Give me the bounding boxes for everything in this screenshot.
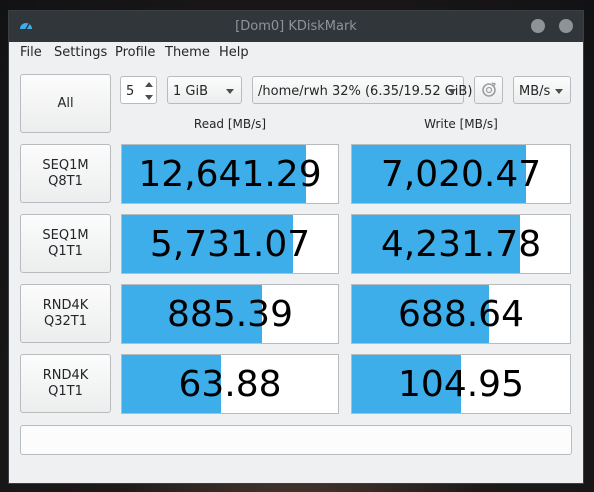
main-window: [Dom0] KDiskMark File Settings Profile T… xyxy=(8,10,584,484)
run-all-button[interactable]: All xyxy=(20,74,111,133)
refresh-button[interactable] xyxy=(474,76,503,104)
write-column-header: Write [MB/s] xyxy=(424,117,498,131)
menu-settings[interactable]: Settings xyxy=(54,45,107,60)
test-label-line2: Q1T1 xyxy=(48,383,83,399)
test-label-line1: RND4K xyxy=(42,367,89,383)
run-test-button[interactable]: RND4K Q32T1 xyxy=(20,284,111,343)
title-bar[interactable]: [Dom0] KDiskMark xyxy=(9,11,583,42)
menu-bar: File Settings Profile Theme Help xyxy=(9,42,583,64)
menu-profile[interactable]: Profile xyxy=(115,45,155,60)
file-size-value: 1 GiB xyxy=(173,84,209,99)
test-label-line2: Q1T1 xyxy=(48,243,83,259)
test-label-line2: Q8T1 xyxy=(48,173,83,189)
window-title: [Dom0] KDiskMark xyxy=(235,19,357,34)
read-result-value: 5,731.07 xyxy=(149,223,311,265)
read-result-value: 885.39 xyxy=(167,293,293,335)
units-value: MB/s xyxy=(519,84,551,99)
read-result-bar: 5,731.07 xyxy=(121,214,339,274)
spin-down-arrow-icon[interactable] xyxy=(144,92,154,104)
spin-up-arrow-icon[interactable] xyxy=(144,79,154,91)
read-result-bar: 63.88 xyxy=(121,354,339,414)
write-result-bar: 688.64 xyxy=(351,284,571,344)
read-column-header: Read [MB/s] xyxy=(193,117,267,131)
menu-help[interactable]: Help xyxy=(219,45,249,60)
chevron-down-icon xyxy=(226,89,234,94)
test-label-line1: RND4K xyxy=(42,297,89,313)
test-label-line2: Q32T1 xyxy=(44,313,87,329)
runs-spinbox[interactable]: 5 xyxy=(120,76,157,104)
units-dropdown[interactable]: MB/s xyxy=(513,76,571,104)
read-result-value: 12,641.29 xyxy=(138,153,322,195)
status-bar xyxy=(20,425,572,455)
refresh-icon xyxy=(481,82,496,97)
run-test-button[interactable]: SEQ1M Q1T1 xyxy=(20,214,111,273)
run-test-button[interactable]: SEQ1M Q8T1 xyxy=(20,144,111,203)
runs-value: 5 xyxy=(126,84,135,99)
target-path-value: /home/rwh 32% (6.35/19.52 GiB) xyxy=(258,84,473,99)
chevron-down-icon xyxy=(555,89,563,94)
menu-theme[interactable]: Theme xyxy=(165,45,210,60)
menu-file[interactable]: File xyxy=(20,45,42,60)
write-result-value: 4,231.78 xyxy=(380,223,542,265)
read-result-bar: 885.39 xyxy=(121,284,339,344)
write-result-value: 7,020.47 xyxy=(380,153,542,195)
file-size-dropdown[interactable]: 1 GiB xyxy=(167,76,242,104)
write-result-bar: 104.95 xyxy=(351,354,571,414)
test-label-line1: SEQ1M xyxy=(42,227,89,243)
test-label-line1: SEQ1M xyxy=(42,157,89,173)
read-result-bar: 12,641.29 xyxy=(121,144,339,204)
close-button[interactable] xyxy=(559,19,573,33)
write-result-value: 104.95 xyxy=(398,363,524,405)
write-result-bar: 4,231.78 xyxy=(351,214,571,274)
write-result-bar: 7,020.47 xyxy=(351,144,571,204)
chevron-down-icon xyxy=(448,89,456,94)
run-test-button[interactable]: RND4K Q1T1 xyxy=(20,354,111,413)
target-path-dropdown[interactable]: /home/rwh 32% (6.35/19.52 GiB) xyxy=(252,76,472,104)
write-result-value: 688.64 xyxy=(398,293,524,335)
minimize-button[interactable] xyxy=(531,19,545,33)
read-result-value: 63.88 xyxy=(178,363,282,405)
